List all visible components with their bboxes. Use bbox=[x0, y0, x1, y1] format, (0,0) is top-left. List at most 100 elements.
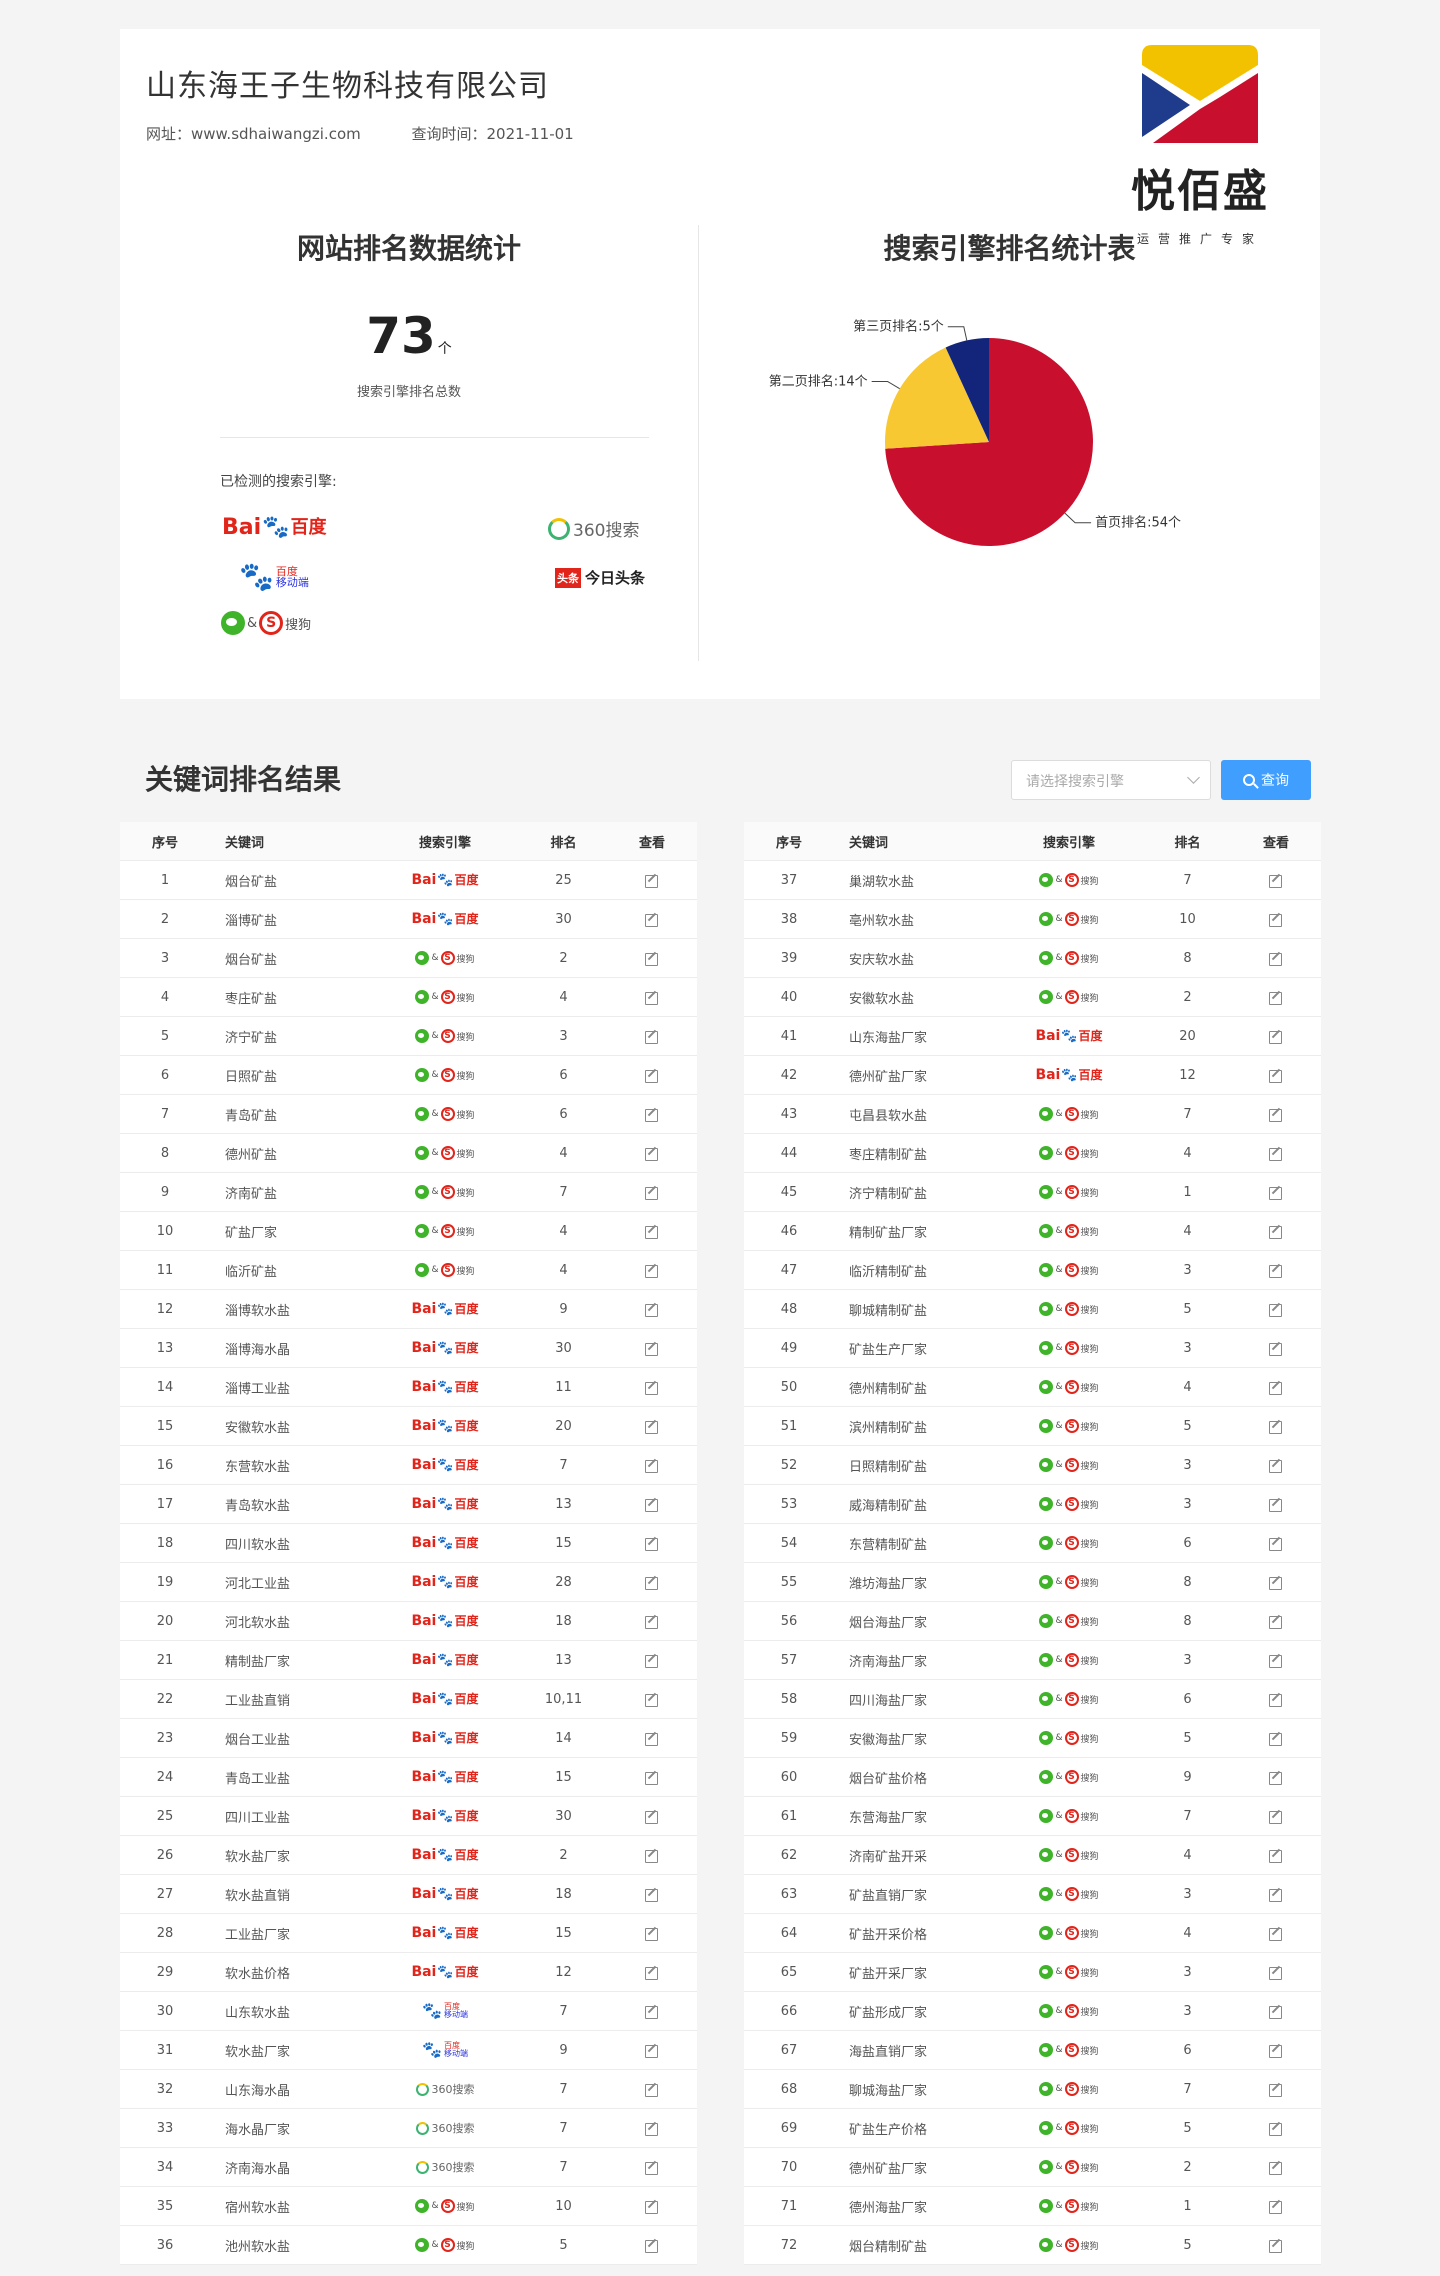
row-engine: & S 搜狗 bbox=[994, 1692, 1144, 1706]
edit-icon[interactable] bbox=[645, 1107, 659, 1122]
edit-icon[interactable] bbox=[645, 2199, 659, 2214]
edit-icon[interactable] bbox=[1269, 1731, 1283, 1746]
edit-icon[interactable] bbox=[1269, 912, 1283, 927]
edit-icon[interactable] bbox=[1269, 2004, 1283, 2019]
edit-icon[interactable] bbox=[645, 2160, 659, 2175]
row-keyword: 淄博矿盐 bbox=[225, 913, 278, 929]
edit-icon[interactable] bbox=[645, 1692, 659, 1707]
edit-icon[interactable] bbox=[645, 1926, 659, 1941]
edit-icon[interactable] bbox=[1269, 2082, 1283, 2097]
edit-icon[interactable] bbox=[1269, 1614, 1283, 1629]
edit-icon[interactable] bbox=[1269, 1926, 1283, 1941]
edit-icon[interactable] bbox=[645, 912, 659, 927]
edit-icon[interactable] bbox=[645, 1068, 659, 1083]
edit-icon[interactable] bbox=[645, 1146, 659, 1161]
row-index: 63 bbox=[780, 1886, 798, 1902]
search-button[interactable]: 查询 bbox=[1221, 760, 1311, 800]
edit-icon[interactable] bbox=[645, 1536, 659, 1551]
edit-icon[interactable] bbox=[645, 1770, 659, 1785]
row-view bbox=[1231, 2043, 1321, 2058]
table-row: 1 烟台矿盐 Bai 🐾 百度 25 bbox=[120, 861, 697, 900]
engine-baidu-logo: Bai 🐾 百度 bbox=[411, 1769, 479, 1785]
edit-icon[interactable] bbox=[645, 2043, 659, 2058]
edit-icon[interactable] bbox=[645, 951, 659, 966]
row-index: 18 bbox=[156, 1535, 174, 1551]
edit-icon[interactable] bbox=[1269, 1263, 1283, 1278]
edit-icon[interactable] bbox=[645, 1887, 659, 1902]
edit-icon[interactable] bbox=[645, 1185, 659, 1200]
edit-icon[interactable] bbox=[1269, 1380, 1283, 1395]
sogou-icon: S bbox=[440, 951, 455, 965]
row-rank: 8 bbox=[1183, 1613, 1192, 1629]
row-index: 67 bbox=[780, 2042, 798, 2058]
edit-icon[interactable] bbox=[1269, 2238, 1283, 2253]
edit-icon[interactable] bbox=[1269, 990, 1283, 1005]
edit-icon[interactable] bbox=[1269, 1302, 1283, 1317]
company-name: 山东海王子生物科技有限公司 bbox=[146, 69, 549, 104]
edit-icon[interactable] bbox=[645, 873, 659, 888]
edit-icon[interactable] bbox=[645, 1809, 659, 1824]
row-index: 64 bbox=[780, 1925, 798, 1941]
edit-icon[interactable] bbox=[645, 1341, 659, 1356]
edit-icon[interactable] bbox=[645, 1965, 659, 1980]
edit-icon[interactable] bbox=[1269, 1575, 1283, 1590]
edit-icon[interactable] bbox=[1269, 1068, 1283, 1083]
edit-icon[interactable] bbox=[645, 2121, 659, 2136]
edit-icon[interactable] bbox=[645, 2082, 659, 2097]
edit-icon[interactable] bbox=[1269, 2160, 1283, 2175]
edit-icon[interactable] bbox=[1269, 873, 1283, 888]
edit-icon[interactable] bbox=[1269, 1029, 1283, 1044]
row-keyword: 东营软水盐 bbox=[225, 1459, 291, 1475]
edit-icon[interactable] bbox=[1269, 951, 1283, 966]
edit-icon[interactable] bbox=[645, 2004, 659, 2019]
row-rank: 5 bbox=[1183, 2237, 1192, 2253]
edit-icon[interactable] bbox=[1269, 1458, 1283, 1473]
wechat-icon bbox=[1039, 1770, 1054, 1784]
edit-icon[interactable] bbox=[645, 1614, 659, 1629]
edit-icon[interactable] bbox=[1269, 1770, 1283, 1785]
edit-icon[interactable] bbox=[1269, 1965, 1283, 1980]
edit-icon[interactable] bbox=[645, 1497, 659, 1512]
edit-icon[interactable] bbox=[1269, 1341, 1283, 1356]
edit-icon[interactable] bbox=[645, 1263, 659, 1278]
edit-icon[interactable] bbox=[645, 2238, 659, 2253]
edit-icon[interactable] bbox=[1269, 1107, 1283, 1122]
edit-icon[interactable] bbox=[1269, 1653, 1283, 1668]
row-keyword: 德州精制矿盐 bbox=[849, 1381, 928, 1397]
engine-select[interactable]: 请选择搜索引擎 bbox=[1011, 760, 1211, 800]
edit-icon[interactable] bbox=[645, 1029, 659, 1044]
edit-icon[interactable] bbox=[1269, 2121, 1283, 2136]
edit-icon[interactable] bbox=[1269, 1419, 1283, 1434]
engine-360-logo: 360搜索 bbox=[415, 2081, 475, 2097]
edit-icon[interactable] bbox=[1269, 1146, 1283, 1161]
edit-icon[interactable] bbox=[1269, 2199, 1283, 2214]
sogou-icon: S bbox=[1064, 2043, 1079, 2057]
edit-icon[interactable] bbox=[645, 1302, 659, 1317]
edit-icon[interactable] bbox=[1269, 1185, 1283, 1200]
row-index: 34 bbox=[156, 2159, 174, 2175]
edit-icon[interactable] bbox=[1269, 1536, 1283, 1551]
edit-icon[interactable] bbox=[1269, 1692, 1283, 1707]
row-rank: 10 bbox=[1179, 911, 1196, 927]
edit-icon[interactable] bbox=[645, 1731, 659, 1746]
edit-icon[interactable] bbox=[645, 1458, 659, 1473]
edit-icon[interactable] bbox=[645, 1575, 659, 1590]
edit-icon[interactable] bbox=[645, 1848, 659, 1863]
row-rank: 7 bbox=[1183, 872, 1192, 888]
edit-icon[interactable] bbox=[1269, 2043, 1283, 2058]
row-view bbox=[607, 1185, 697, 1200]
edit-icon[interactable] bbox=[1269, 1224, 1283, 1239]
row-index: 65 bbox=[780, 1964, 798, 1980]
edit-icon[interactable] bbox=[1269, 1809, 1283, 1824]
row-keyword: 海水晶厂家 bbox=[225, 2122, 291, 2138]
edit-icon[interactable] bbox=[645, 990, 659, 1005]
edit-icon[interactable] bbox=[645, 1419, 659, 1434]
edit-icon[interactable] bbox=[1269, 1887, 1283, 1902]
edit-icon[interactable] bbox=[1269, 1497, 1283, 1512]
row-view bbox=[607, 1068, 697, 1083]
edit-icon[interactable] bbox=[645, 1380, 659, 1395]
row-index: 40 bbox=[780, 989, 798, 1005]
edit-icon[interactable] bbox=[645, 1653, 659, 1668]
edit-icon[interactable] bbox=[645, 1224, 659, 1239]
edit-icon[interactable] bbox=[1269, 1848, 1283, 1863]
